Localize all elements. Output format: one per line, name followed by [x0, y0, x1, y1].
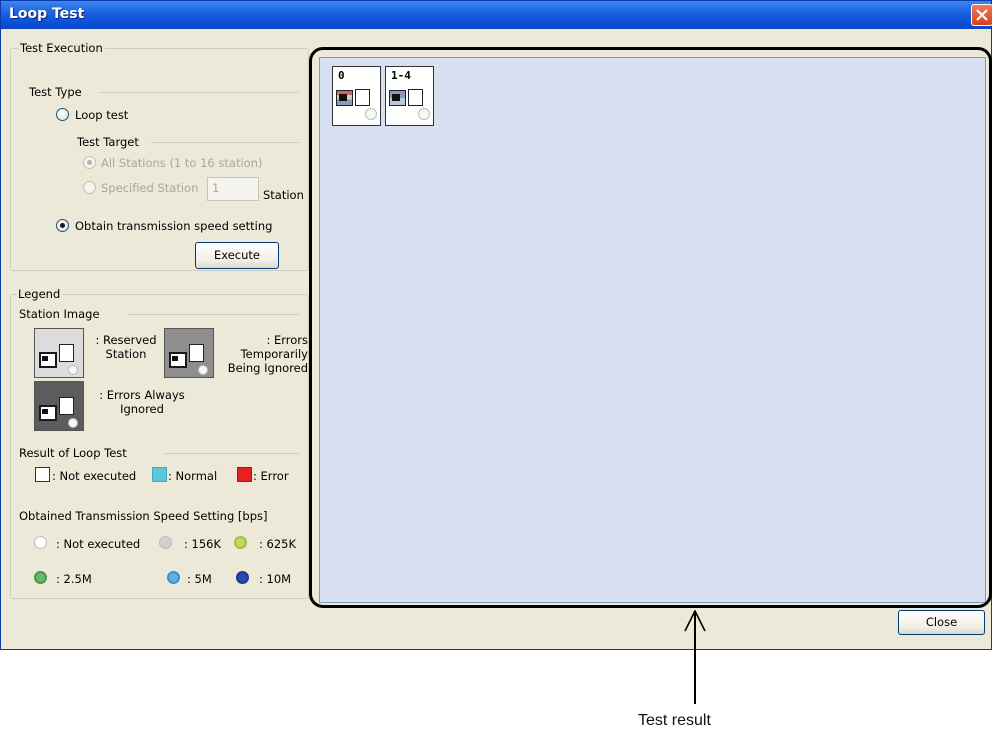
not-executed-legend: : Not executed [52, 469, 137, 483]
speed-2-5m-legend: : 2.5M [56, 572, 92, 586]
test-type-divider [99, 92, 299, 93]
window-close-icon[interactable] [971, 4, 992, 26]
station-image-label: Station Image [19, 307, 100, 321]
close-button[interactable]: Close [898, 610, 985, 635]
obtain-speed-label[interactable]: Obtain transmission speed setting [75, 219, 272, 233]
loop-test-radio[interactable] [56, 108, 69, 121]
errors-always-ignored-legend: : Errors Always Ignored [99, 388, 185, 416]
speed-5m-icon [167, 571, 180, 584]
station-number-input[interactable]: 1 [207, 177, 259, 201]
specified-station-label[interactable]: Specified Station [101, 181, 198, 195]
errors-temporarily-ignored-legend: : Errors Temporarily Being Ignored [227, 333, 308, 375]
reserved-station-icon [34, 328, 84, 378]
normal-legend: : Normal [168, 469, 218, 483]
test-target-divider [151, 142, 299, 143]
error-legend: : Error [253, 469, 289, 483]
result-divider [164, 453, 299, 454]
speed-10m-icon [236, 571, 249, 584]
obtain-speed-radio[interactable] [56, 219, 69, 232]
specified-station-radio[interactable] [83, 181, 96, 194]
window-title: Loop Test [9, 6, 85, 22]
all-stations-radio[interactable] [83, 156, 96, 169]
test-type-label: Test Type [29, 85, 82, 99]
test-target-label: Test Target [77, 135, 139, 149]
speed-625k-icon [234, 536, 247, 549]
normal-swatch [152, 467, 167, 482]
reserved-station-legend: : Reserved Station [95, 333, 157, 361]
not-executed-swatch [35, 467, 50, 482]
station-image-divider [128, 314, 299, 315]
test-result-annotation: Test result [638, 712, 711, 729]
error-swatch [237, 467, 252, 482]
station-suffix-label: Station [263, 188, 304, 202]
errors-temporarily-ignored-icon [164, 328, 214, 378]
title-bar[interactable]: Loop Test [1, 1, 992, 29]
test-result-highlight [309, 47, 992, 608]
all-stations-label[interactable]: All Stations (1 to 16 station) [101, 156, 262, 170]
speed-not-executed-icon [34, 536, 47, 549]
speed-10m-legend: : 10M [259, 572, 292, 586]
annotation-arrow-icon [684, 610, 706, 632]
speed-625k-legend: : 625K [259, 537, 297, 551]
speed-not-executed-legend: : Not executed [56, 537, 141, 551]
execute-button[interactable]: Execute [195, 242, 279, 269]
speed-setting-label: Obtained Transmission Speed Setting [bps… [19, 509, 268, 523]
speed-5m-legend: : 5M [187, 572, 212, 586]
result-of-loop-test-label: Result of Loop Test [19, 446, 127, 460]
loop-test-label[interactable]: Loop test [75, 108, 128, 122]
errors-always-ignored-icon [34, 381, 84, 431]
speed-156k-icon [159, 536, 172, 549]
legend-label: Legend [16, 287, 63, 301]
speed-156k-legend: : 156K [184, 537, 222, 551]
speed-2-5m-icon [34, 571, 47, 584]
test-execution-label: Test Execution [18, 41, 105, 55]
